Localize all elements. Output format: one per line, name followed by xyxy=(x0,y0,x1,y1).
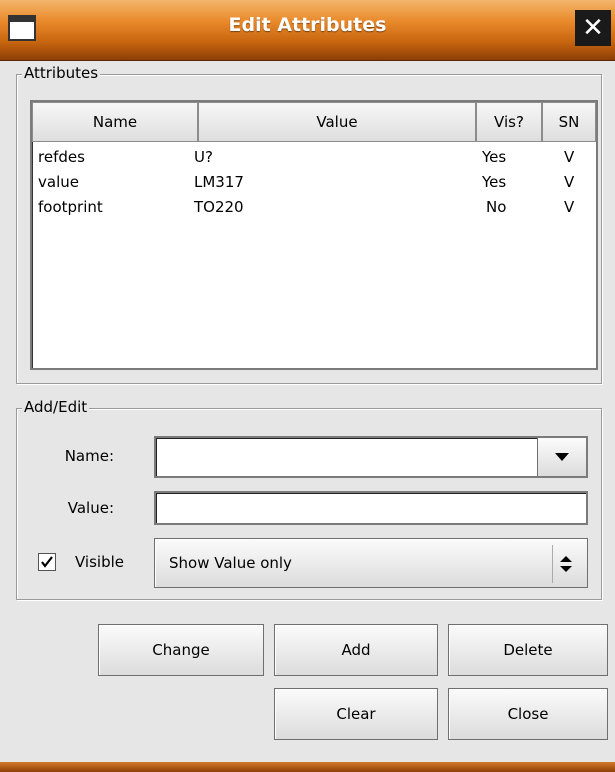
close-button[interactable]: Close xyxy=(448,688,608,740)
column-header-vis[interactable]: Vis? xyxy=(476,102,542,142)
visible-checkbox[interactable] xyxy=(38,553,56,571)
cell-sn: V xyxy=(564,148,575,166)
cell-value: LM317 xyxy=(194,173,244,191)
value-label: Value: xyxy=(67,499,114,517)
name-dropdown-button[interactable] xyxy=(537,438,586,476)
table-row[interactable]: value LM317 Yes V xyxy=(32,171,596,195)
name-label: Name: xyxy=(64,447,114,465)
clear-button[interactable]: Clear xyxy=(274,688,438,740)
table-row[interactable]: refdes U? Yes V xyxy=(32,146,596,170)
column-header-sn[interactable]: SN xyxy=(542,102,596,142)
checkmark-icon xyxy=(41,556,53,568)
chevron-down-icon xyxy=(555,453,569,461)
cell-sn: V xyxy=(564,173,575,191)
show-option-select[interactable]: Show Value only xyxy=(154,538,588,588)
cell-name: footprint xyxy=(38,198,103,216)
cell-value: U? xyxy=(194,148,213,166)
cell-vis: Yes xyxy=(482,148,507,166)
attributes-frame-label: Attributes xyxy=(22,64,101,82)
window-title: Edit Attributes xyxy=(228,14,387,36)
cell-value: TO220 xyxy=(194,198,244,216)
delete-button[interactable]: Delete xyxy=(448,624,608,676)
column-header-value[interactable]: Value xyxy=(198,102,476,142)
add-edit-frame-label: Add/Edit xyxy=(22,398,90,416)
column-header-name[interactable]: Name xyxy=(32,102,198,142)
title-bar: Edit Attributes ✕ xyxy=(0,0,615,61)
close-window-icon[interactable]: ✕ xyxy=(575,10,611,46)
cell-name: refdes xyxy=(38,148,85,166)
change-button[interactable]: Change xyxy=(98,624,264,676)
value-field[interactable] xyxy=(154,491,588,525)
attributes-list[interactable]: Name Value Vis? SN refdes U? Yes V value… xyxy=(30,100,598,370)
table-row[interactable]: footprint TO220 No V xyxy=(32,196,596,220)
window-bottom-border xyxy=(0,762,615,772)
cell-sn: V xyxy=(564,198,575,216)
visible-label[interactable]: Visible xyxy=(75,553,124,571)
show-option-value: Show Value only xyxy=(169,554,292,572)
spin-arrows-icon xyxy=(552,545,579,583)
add-button[interactable]: Add xyxy=(274,624,438,676)
cell-vis: Yes xyxy=(482,173,507,191)
cell-vis: No xyxy=(486,198,507,216)
name-combobox[interactable] xyxy=(154,436,588,478)
cell-name: value xyxy=(38,173,79,191)
